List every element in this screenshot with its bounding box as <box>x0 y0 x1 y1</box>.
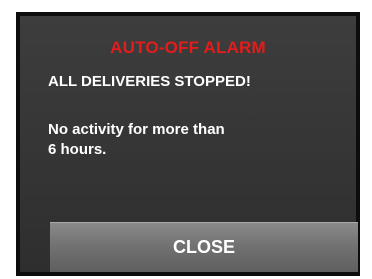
alarm-message-line-1: No activity for more than <box>48 121 225 138</box>
alarm-message-line-2: 6 hours. <box>48 141 107 158</box>
alarm-headline: ALL DELIVERIES STOPPED! <box>48 73 251 90</box>
alarm-message: No activity for more than 6 hours. <box>48 120 288 160</box>
alarm-title: AUTO-OFF ALARM <box>110 38 266 57</box>
screen: AUTO-OFF ALARM ALL DELIVERIES STOPPED! N… <box>0 0 372 279</box>
alarm-dialog: AUTO-OFF ALARM ALL DELIVERIES STOPPED! N… <box>16 12 360 276</box>
close-button[interactable]: CLOSE <box>50 222 358 272</box>
close-button-label: CLOSE <box>172 237 235 257</box>
